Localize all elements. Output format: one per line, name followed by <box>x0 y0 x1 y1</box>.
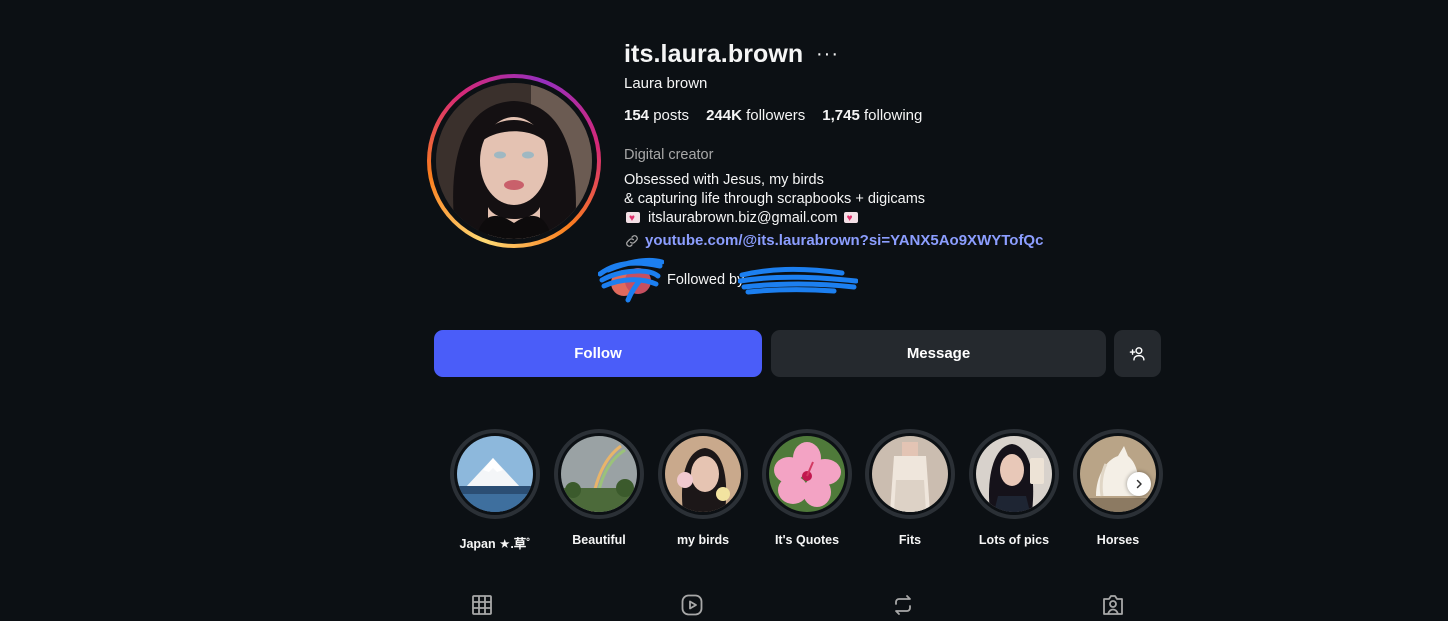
chevron-right-icon <box>1136 479 1142 489</box>
mountain-image <box>457 436 533 512</box>
profile-link-text: youtube.com/@its.laurabrown?si=YANX5Ao9X… <box>645 232 1044 249</box>
bio-line-2: & capturing life through scrapbooks + di… <box>624 191 926 207</box>
love-letter-emoji-icon <box>843 209 858 228</box>
repost-icon <box>895 595 911 615</box>
outfit-image <box>872 436 948 512</box>
suggested-users-button[interactable] <box>1114 330 1161 377</box>
highlight-label: my birds <box>676 533 730 547</box>
following-label: following <box>864 107 923 124</box>
highlight-label: Japan ★.草˚ <box>459 537 531 551</box>
flower-image <box>769 436 845 512</box>
love-letter-emoji-icon <box>626 209 640 228</box>
profile-category: Digital creator <box>624 147 714 163</box>
profile-bio: Obsessed with Jesus, my birds & capturin… <box>624 171 925 228</box>
message-button[interactable]: Message <box>771 330 1106 377</box>
highlight-label: Beautiful <box>572 533 626 547</box>
highlight-label: Horses <box>1096 533 1140 547</box>
tab-reels[interactable] <box>680 593 704 617</box>
bio-line-1: Obsessed with Jesus, my birds <box>624 172 824 188</box>
profile-full-name: Laura brown <box>624 75 708 92</box>
profile-stats: 154 posts 244K followers 1,745 following <box>624 107 922 124</box>
profile-username: its.laura.brown <box>624 40 804 68</box>
tab-posts[interactable] <box>470 593 494 617</box>
profile-avatar <box>436 83 592 239</box>
profile-page: its.laura.brown ··· Laura brown 154 post… <box>0 0 1448 621</box>
reels-icon <box>681 594 703 616</box>
profile-avatar-story-ring[interactable] <box>427 74 601 248</box>
posts-stat: 154 posts <box>624 107 689 124</box>
followed-by-label: Followed by <box>667 272 745 288</box>
bio-email: itslaurabrown.biz@gmail.com <box>648 210 838 226</box>
followers-stat[interactable]: 244K followers <box>706 107 805 124</box>
highlight-lots-of-pics[interactable]: Lots of pics <box>968 429 1060 547</box>
followers-count: 244K <box>706 107 742 124</box>
highlight-fits[interactable]: Fits <box>864 429 956 547</box>
followed-by-names-redacted <box>738 266 859 295</box>
profile-external-link[interactable]: youtube.com/@its.laurabrown?si=YANX5Ao9X… <box>624 232 1043 249</box>
highlight-label: Lots of pics <box>978 533 1050 547</box>
rainbow-image <box>561 436 637 512</box>
highlight-label: It's Quotes <box>774 533 840 547</box>
link-icon <box>626 234 638 247</box>
tagged-icon <box>1103 595 1123 615</box>
bird-portrait-image <box>665 436 741 512</box>
highlights-next-button[interactable] <box>1127 472 1151 496</box>
followers-label: followers <box>746 107 806 124</box>
grid-icon <box>472 595 492 615</box>
more-options-icon[interactable]: ··· <box>816 43 839 66</box>
posts-count: 154 <box>624 107 650 124</box>
highlight-label: Fits <box>898 533 922 547</box>
tab-reposts[interactable] <box>891 593 915 617</box>
bio-email-line: itslaurabrown.biz@gmail.com <box>624 209 925 228</box>
selfie-image <box>976 436 1052 512</box>
posts-label: posts <box>653 107 690 124</box>
following-count: 1,745 <box>822 107 860 124</box>
following-stat[interactable]: 1,745 following <box>822 107 922 124</box>
add-user-icon <box>1129 347 1145 361</box>
highlight-its-quotes[interactable]: It's Quotes <box>761 429 853 547</box>
highlight-beautiful[interactable]: Beautiful <box>553 429 645 547</box>
followed-by-avatars-redacted <box>598 257 664 303</box>
highlight-japan[interactable]: Japan ★.草˚ <box>449 429 541 552</box>
follow-button[interactable]: Follow <box>434 330 762 377</box>
highlight-my-birds[interactable]: my birds <box>657 429 749 547</box>
followed-by-row[interactable]: Followed by <box>598 256 859 304</box>
tab-tagged[interactable] <box>1101 593 1125 617</box>
